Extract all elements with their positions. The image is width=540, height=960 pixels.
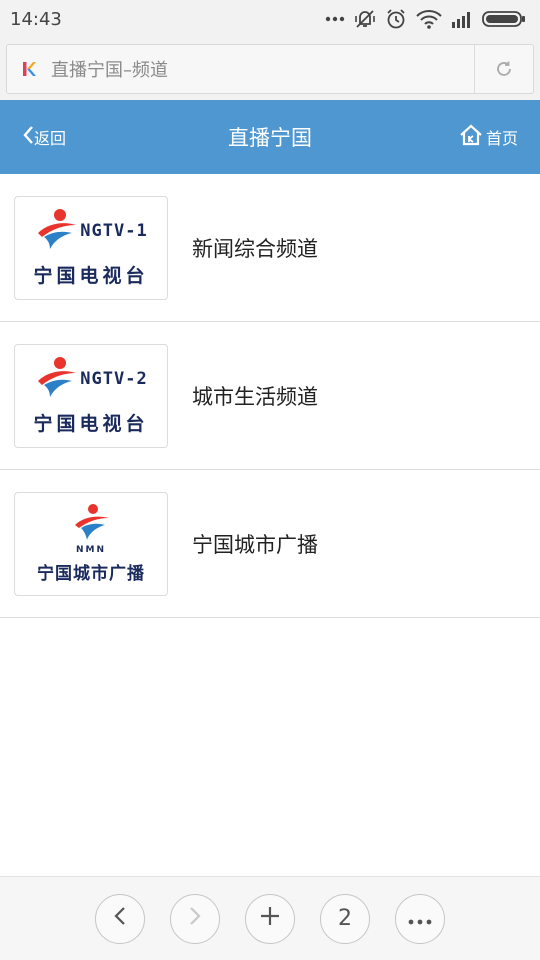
back-arrow-icon	[113, 905, 127, 933]
forward-arrow-icon	[188, 905, 202, 933]
list-item[interactable]: NMN 宁国城市广播 宁国城市广播	[0, 470, 540, 618]
signal-icon	[451, 10, 473, 28]
url-bar[interactable]: 直播宁国–频道	[6, 44, 534, 94]
tabs-button[interactable]: 2	[320, 893, 370, 944]
status-icons	[325, 8, 526, 30]
channel-logo: NMN 宁国城市广播	[14, 491, 168, 596]
browser-toolbar: 直播宁国–频道	[0, 38, 540, 100]
forward-nav-button[interactable]	[170, 893, 220, 944]
status-bar: 14:43	[0, 0, 540, 38]
home-icon	[459, 124, 483, 150]
mute-vibrate-icon	[354, 8, 376, 30]
swoosh-logo-icon	[34, 355, 78, 403]
back-label: 返回	[34, 129, 67, 148]
channel-logo: NGTV-2 宁国电视台	[14, 343, 168, 448]
wifi-icon	[416, 9, 442, 29]
app-header: 返回 直播宁国 首页	[0, 100, 540, 174]
channel-name: 城市生活频道	[192, 384, 318, 409]
channel-name: 宁国城市广播	[192, 532, 318, 557]
list-item[interactable]: NGTV-1 宁国电视台 新闻综合频道	[0, 174, 540, 322]
more-dots-icon	[325, 16, 345, 22]
home-button[interactable]: 首页	[420, 124, 540, 150]
logo-name: 宁国城市广播	[37, 564, 145, 584]
logo-name: 宁国电视台	[33, 413, 149, 435]
swoosh-logo-icon	[69, 503, 113, 545]
page-title: 直播宁国	[228, 126, 312, 150]
more-button[interactable]	[395, 893, 445, 944]
swoosh-logo-icon	[34, 207, 78, 255]
url-text[interactable]: 直播宁国–频道	[51, 56, 474, 82]
bottom-nav: 2	[0, 876, 540, 960]
chevron-left-icon	[22, 125, 34, 149]
channel-logo: NGTV-1 宁国电视台	[14, 195, 168, 300]
logo-code: NMN	[75, 545, 107, 555]
list-item[interactable]: NGTV-2 宁国电视台 城市生活频道	[0, 322, 540, 470]
more-icon	[408, 906, 432, 931]
reload-icon[interactable]	[475, 59, 533, 79]
channel-list: NGTV-1 宁国电视台 新闻综合频道 NGTV-2 宁国电视台 城市生活频道	[0, 174, 540, 618]
logo-code: NGTV-1	[80, 221, 148, 241]
plus-icon	[259, 905, 281, 933]
back-button[interactable]: 返回	[0, 125, 120, 149]
logo-name: 宁国电视台	[33, 265, 149, 287]
alarm-icon	[385, 8, 407, 30]
home-label: 首页	[485, 129, 518, 148]
k-logo-icon	[7, 60, 51, 78]
battery-icon	[482, 10, 526, 28]
new-tab-button[interactable]	[245, 893, 295, 944]
status-time: 14:43	[10, 8, 62, 30]
channel-name: 新闻综合频道	[192, 236, 318, 261]
logo-code: NGTV-2	[80, 369, 148, 389]
tab-count: 2	[338, 906, 352, 931]
back-nav-button[interactable]	[95, 893, 145, 944]
